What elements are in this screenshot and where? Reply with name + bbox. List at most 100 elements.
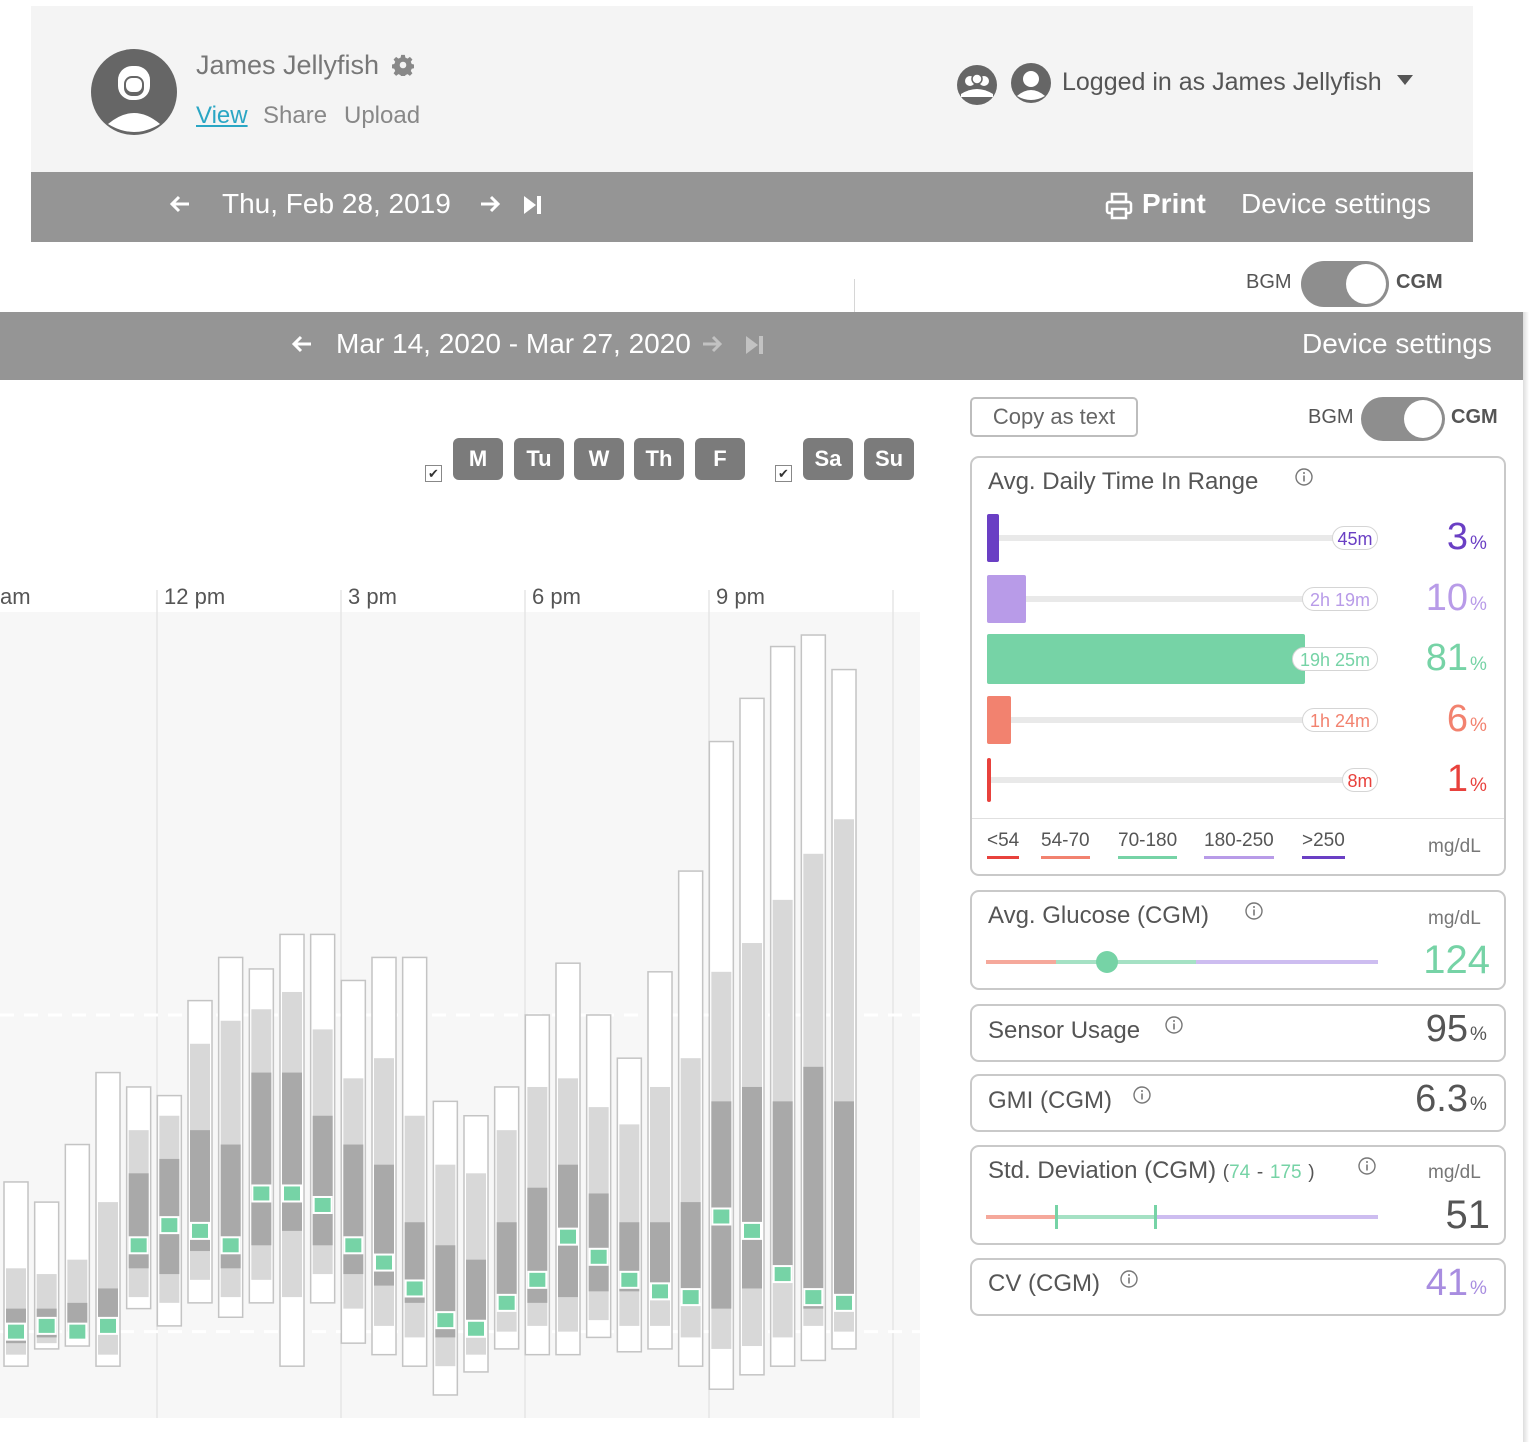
tir-percent-sign: %: [1470, 654, 1487, 675]
skip-to-end-icon[interactable]: [744, 334, 766, 356]
tir-duration-label: 19h 25m: [1292, 647, 1378, 671]
tir-duration-label: 2h 19m: [1302, 586, 1378, 611]
median-marker: [282, 1184, 302, 1203]
avg-glucose-marker: [1096, 951, 1118, 973]
inner-quantile-box: [803, 1066, 824, 1309]
back-bgm-cgm-toggle[interactable]: [1301, 261, 1389, 307]
care-team-icon[interactable]: [956, 64, 998, 106]
cv-value: 41: [1425, 1262, 1468, 1304]
median-marker: [374, 1253, 394, 1272]
time-in-range-title: Avg. Daily Time In Range: [988, 468, 1259, 495]
skip-to-end-icon[interactable]: [522, 194, 544, 216]
inner-quantile-box: [588, 1193, 609, 1292]
nav-upload-link[interactable]: Upload: [344, 102, 420, 130]
info-icon[interactable]: [1295, 468, 1313, 486]
inner-quantile-box: [251, 1072, 272, 1246]
next-arrow-icon[interactable]: [478, 192, 502, 216]
median-marker: [128, 1236, 149, 1255]
print-button[interactable]: Print: [1142, 188, 1206, 220]
std-deviation-unit: mg/dL: [1428, 1162, 1481, 1183]
logged-in-label[interactable]: Logged in as James Jellyfish: [1062, 68, 1382, 97]
inner-quantile-box: [834, 1101, 854, 1309]
inner-quantile-box: [742, 1086, 762, 1289]
median-marker: [159, 1216, 180, 1235]
median-marker: [558, 1227, 578, 1246]
logged-in-prefix: Logged in as: [1062, 68, 1206, 96]
info-icon[interactable]: [1133, 1086, 1151, 1104]
copy-as-text-button[interactable]: Copy as text: [970, 397, 1138, 437]
std-deviation-scale: [986, 1205, 1378, 1229]
inner-quantile-box: [312, 1115, 333, 1246]
median-marker: [772, 1265, 793, 1284]
front-bgm-label: BGM: [1308, 406, 1354, 428]
user-account-icon[interactable]: [1010, 62, 1052, 104]
chart-tick-label: am: [0, 584, 31, 609]
median-marker: [36, 1316, 57, 1335]
day-sunday-button[interactable]: Su: [864, 438, 914, 480]
cgm-trends-chart: am 12 pm 3 pm 6 pm 9 pm: [0, 584, 920, 1418]
median-marker: [834, 1293, 854, 1312]
tir-percent-value: 10: [1425, 576, 1468, 619]
chevron-down-icon[interactable]: [1396, 74, 1414, 86]
weekend-checkbox[interactable]: ✔: [775, 465, 792, 482]
gmi-title: GMI (CGM): [988, 1087, 1112, 1114]
nav-view-link[interactable]: View: [196, 102, 248, 130]
info-icon[interactable]: [1120, 1270, 1138, 1288]
chart-tick-label: 9 pm: [716, 584, 765, 609]
prev-arrow-icon[interactable]: [290, 332, 314, 356]
day-saturday-button[interactable]: Sa: [803, 438, 853, 480]
back-cgm-label: CGM: [1396, 271, 1443, 293]
inner-quantile-box: [680, 1202, 701, 1303]
panel-shadow: [1523, 312, 1529, 1442]
weekday-checkbox[interactable]: ✔: [425, 465, 442, 482]
front-date-range-label: Mar 14, 2020 - Mar 27, 2020: [336, 328, 691, 359]
info-icon[interactable]: [1245, 902, 1263, 920]
median-marker: [803, 1288, 824, 1307]
day-friday-button[interactable]: F: [695, 438, 745, 480]
range-label: <54: [987, 830, 1020, 859]
tir-percent-value: 6: [1446, 697, 1468, 740]
median-marker: [435, 1311, 456, 1330]
cv-pct: %: [1470, 1278, 1487, 1299]
tir-percent-value: 1: [1446, 758, 1468, 800]
day-thursday-button[interactable]: Th: [634, 438, 684, 480]
front-bgm-cgm-toggle[interactable]: [1361, 397, 1445, 441]
gear-icon[interactable]: [392, 54, 414, 76]
avg-glucose-unit: mg/dL: [1428, 908, 1481, 929]
front-device-settings-button[interactable]: Device settings: [1302, 328, 1492, 360]
sensor-usage-pct: %: [1470, 1024, 1487, 1045]
next-arrow-icon[interactable]: [700, 332, 724, 356]
chart-tick-label: 12 pm: [164, 584, 225, 609]
median-marker: [6, 1322, 26, 1341]
front-cgm-label: CGM: [1451, 406, 1498, 428]
sensor-usage-title: Sensor Usage: [988, 1017, 1141, 1044]
nav-share-link[interactable]: Share: [263, 102, 327, 130]
median-marker: [220, 1236, 241, 1255]
inner-quantile-box: [711, 1101, 732, 1309]
range-label: 70-180: [1118, 830, 1178, 859]
info-icon[interactable]: [1165, 1016, 1183, 1034]
median-marker: [251, 1184, 272, 1203]
median-marker: [619, 1270, 640, 1289]
day-wednesday-button[interactable]: W: [574, 438, 624, 480]
info-icon[interactable]: [1358, 1157, 1376, 1175]
range-label: >250: [1302, 830, 1345, 859]
sensor-usage-value: 95: [1425, 1008, 1468, 1050]
divider: [972, 818, 1504, 819]
back-device-settings-button[interactable]: Device settings: [1241, 188, 1431, 220]
tir-bar: [987, 634, 1305, 684]
avg-glucose-title: Avg. Glucose (CGM): [988, 902, 1209, 929]
patient-name: James Jellyfish: [196, 50, 380, 80]
median-marker: [680, 1288, 701, 1307]
day-tuesday-button[interactable]: Tu: [514, 438, 564, 480]
prev-arrow-icon[interactable]: [168, 192, 192, 216]
median-marker: [588, 1247, 609, 1266]
print-icon[interactable]: [1104, 191, 1134, 221]
tir-unit: mg/dL: [1428, 836, 1481, 857]
tir-bar: [987, 695, 1011, 744]
chart-tick-label: 6 pm: [532, 584, 581, 609]
avg-glucose-value: 124: [1423, 938, 1490, 982]
median-marker: [711, 1207, 732, 1226]
median-marker: [67, 1322, 88, 1341]
day-monday-button[interactable]: M: [453, 438, 503, 480]
